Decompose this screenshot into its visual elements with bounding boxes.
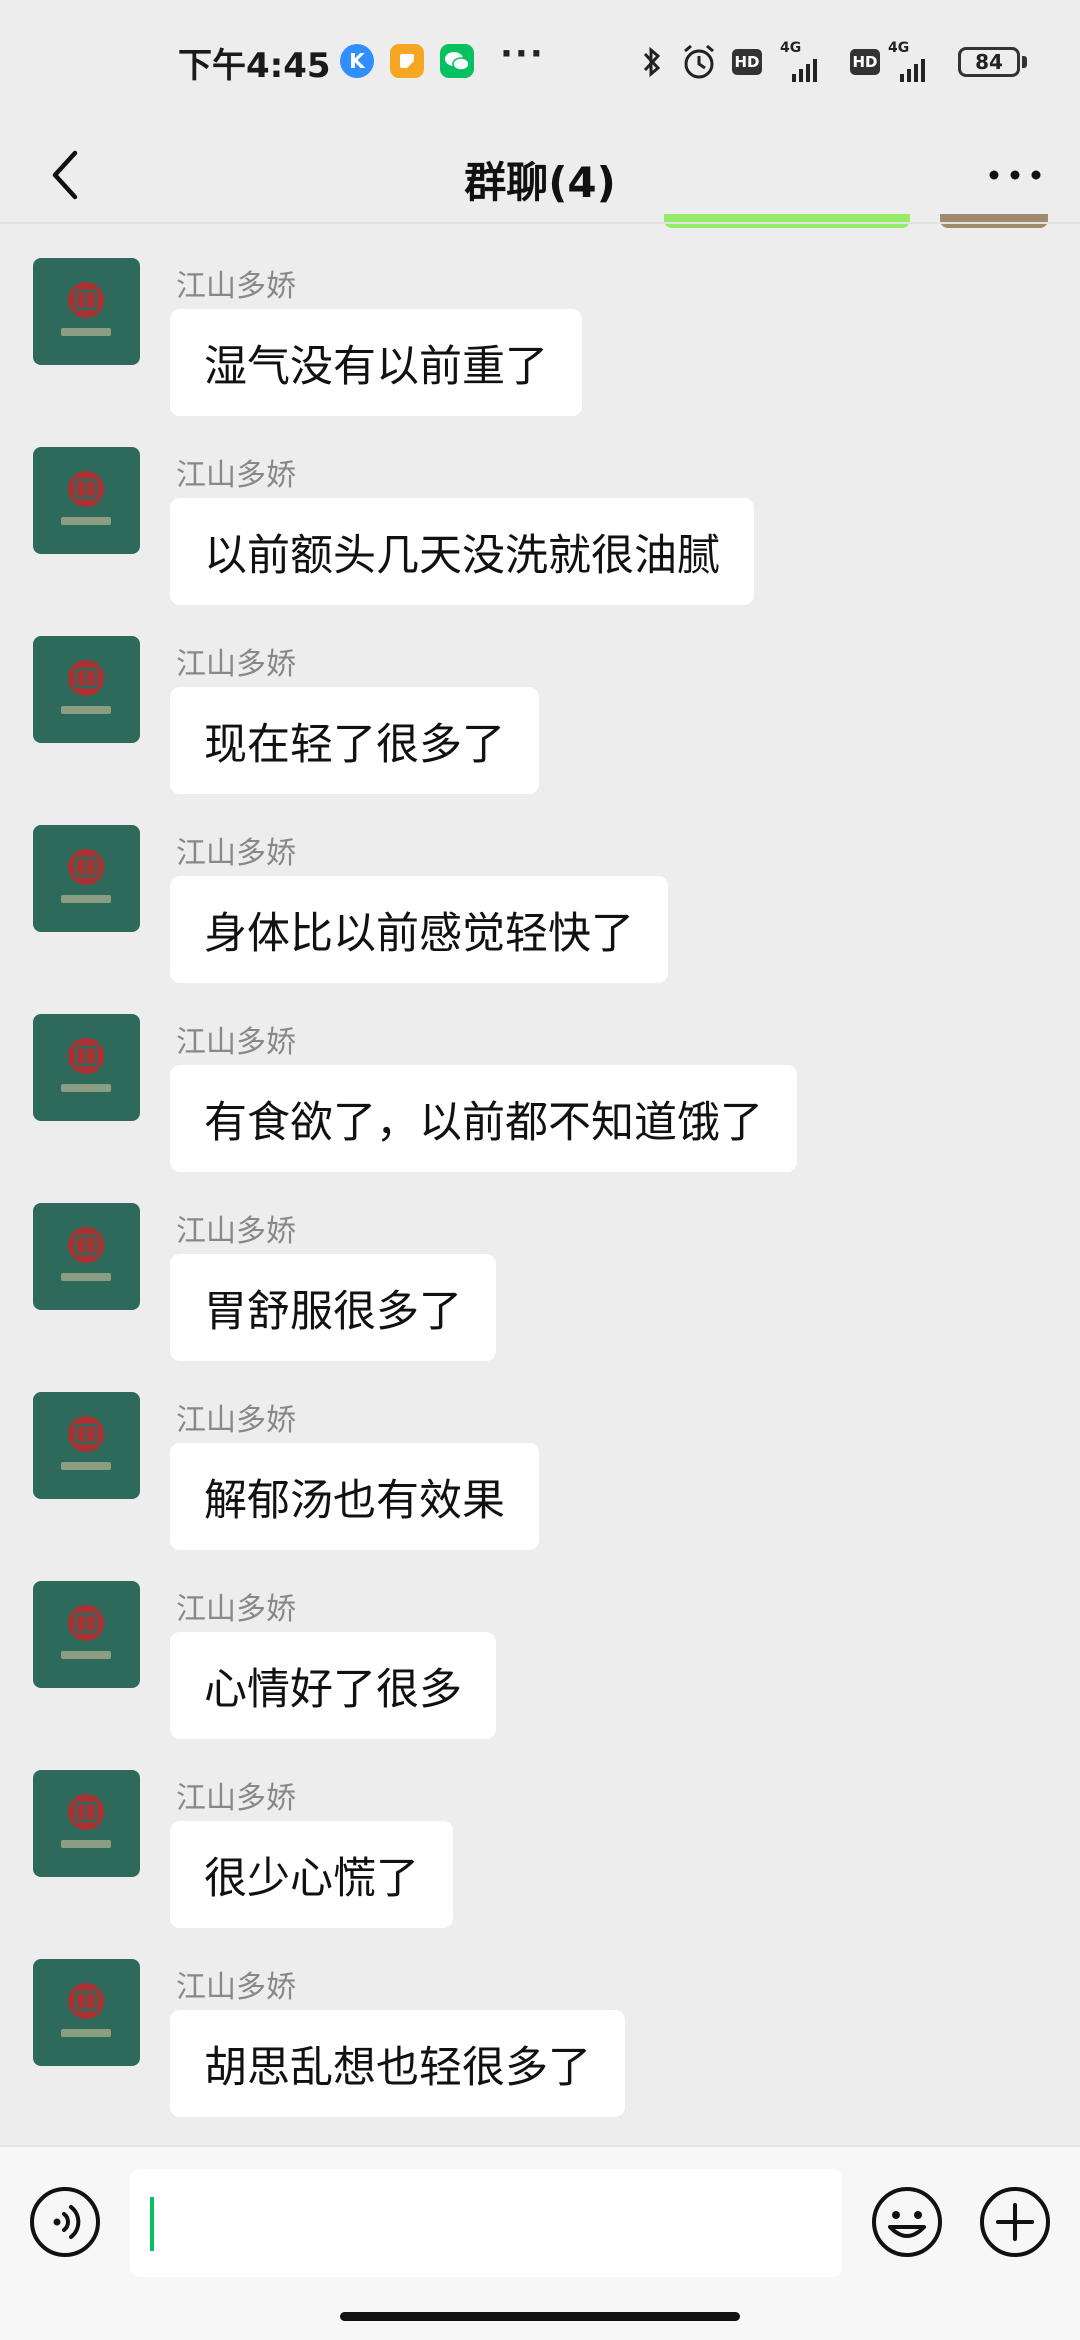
sender-avatar[interactable] xyxy=(33,1203,140,1310)
sender-name: 江山多娇 xyxy=(176,1025,296,1060)
sender-name: 江山多娇 xyxy=(176,1214,296,1249)
nav-bar: 群聊(4) xyxy=(0,125,1080,225)
message-row: 江山多娇 湿气没有以前重了 xyxy=(0,225,1080,416)
sender-avatar[interactable] xyxy=(33,1581,140,1688)
avatar-logo-icon xyxy=(61,1416,111,1470)
alarm-icon xyxy=(680,40,718,84)
avatar-logo-icon xyxy=(61,1227,111,1281)
notes-app-icon xyxy=(390,44,424,78)
message-bubble[interactable]: 身体比以前感觉轻快了 xyxy=(170,876,668,983)
sender-name: 江山多娇 xyxy=(176,647,296,682)
avatar-logo-icon xyxy=(61,1794,111,1848)
network-label: 4G xyxy=(888,40,910,56)
message-bubble[interactable]: 胡思乱想也轻很多了 xyxy=(170,2010,625,2117)
message-row: 江山多娇 解郁汤也有效果 xyxy=(0,1359,1080,1550)
sender-avatar[interactable] xyxy=(33,1392,140,1499)
network-label: 4G xyxy=(780,40,802,56)
input-toolbar xyxy=(0,2145,1080,2340)
sender-name: 江山多娇 xyxy=(176,1592,296,1627)
message-bubble[interactable]: 现在轻了很多了 xyxy=(170,687,539,794)
hd-badge: HD xyxy=(732,49,762,75)
sender-name: 江山多娇 xyxy=(176,269,296,304)
sender-name: 江山多娇 xyxy=(176,1781,296,1816)
message-row: 江山多娇 现在轻了很多了 xyxy=(0,603,1080,794)
sender-avatar[interactable] xyxy=(33,1014,140,1121)
message-bubble[interactable]: 心情好了很多 xyxy=(170,1632,496,1739)
emoji-button[interactable] xyxy=(870,2185,944,2259)
message-bubble[interactable]: 很少心慌了 xyxy=(170,1821,453,1928)
avatar-logo-icon xyxy=(61,282,111,336)
avatar-logo-icon xyxy=(61,1605,111,1659)
message-list[interactable]: 江山多娇 湿气没有以前重了 江山多娇 以前额头几天没洗就很油腻 江山多娇 现在轻… xyxy=(0,225,1080,2145)
battery-tip xyxy=(1022,56,1027,68)
sender-avatar[interactable] xyxy=(33,1770,140,1877)
sender-avatar[interactable] xyxy=(33,447,140,554)
text-caret xyxy=(150,2197,154,2251)
more-functions-button[interactable] xyxy=(978,2185,1052,2259)
message-bubble[interactable]: 有食欲了，以前都不知道饿了 xyxy=(170,1065,797,1172)
voice-icon xyxy=(30,2187,100,2257)
message-row: 江山多娇 胃舒服很多了 xyxy=(0,1170,1080,1361)
chat-title: 群聊(4) xyxy=(464,158,616,207)
sender-name: 江山多娇 xyxy=(176,458,296,493)
sender-avatar[interactable] xyxy=(33,825,140,932)
more-icon xyxy=(989,170,1041,180)
sender-avatar[interactable] xyxy=(33,1959,140,2066)
signal-icon xyxy=(900,56,925,82)
home-indicator[interactable] xyxy=(340,2312,740,2321)
sender-name: 江山多娇 xyxy=(176,1403,296,1438)
message-row: 江山多娇 身体比以前感觉轻快了 xyxy=(0,792,1080,983)
message-row: 江山多娇 心情好了很多 xyxy=(0,1548,1080,1739)
avatar-logo-icon xyxy=(61,849,111,903)
hd-badge: HD xyxy=(850,49,880,75)
message-row: 江山多娇 很少心慌了 xyxy=(0,1737,1080,1928)
sender-name: 江山多娇 xyxy=(176,1970,296,2005)
signal-icon xyxy=(792,56,817,82)
status-more-icon: ··· xyxy=(500,34,545,74)
message-row: 江山多娇 以前额头几天没洗就很油腻 xyxy=(0,414,1080,605)
avatar-logo-icon xyxy=(61,660,111,714)
message-bubble[interactable]: 解郁汤也有效果 xyxy=(170,1443,539,1550)
battery-icon: 84 xyxy=(958,47,1020,77)
voice-input-button[interactable] xyxy=(28,2185,102,2259)
message-bubble[interactable]: 胃舒服很多了 xyxy=(170,1254,496,1361)
sender-avatar[interactable] xyxy=(33,258,140,365)
sender-avatar[interactable] xyxy=(33,636,140,743)
sender-name: 江山多娇 xyxy=(176,836,296,871)
bluetooth-icon xyxy=(640,40,664,84)
message-bubble[interactable]: 湿气没有以前重了 xyxy=(170,309,582,416)
wechat-app-icon xyxy=(440,44,474,78)
k-app-icon: K xyxy=(340,44,374,78)
avatar-logo-icon xyxy=(61,1038,111,1092)
message-row: 江山多娇 胡思乱想也轻很多了 xyxy=(0,1926,1080,2117)
status-time: 下午4:45 xyxy=(178,46,331,86)
status-bar: 下午4:45 K ··· HD 4G HD 4G 84 xyxy=(0,0,1080,125)
avatar-logo-icon xyxy=(61,1983,111,2037)
emoji-icon xyxy=(872,2187,942,2257)
more-options-button[interactable] xyxy=(970,135,1060,215)
plus-icon xyxy=(980,2187,1050,2257)
message-bubble[interactable]: 以前额头几天没洗就很油腻 xyxy=(170,498,754,605)
message-row: 江山多娇 有食欲了，以前都不知道饿了 xyxy=(0,981,1080,1172)
nav-divider xyxy=(0,222,1080,224)
avatar-logo-icon xyxy=(61,471,111,525)
message-input[interactable] xyxy=(130,2169,842,2277)
